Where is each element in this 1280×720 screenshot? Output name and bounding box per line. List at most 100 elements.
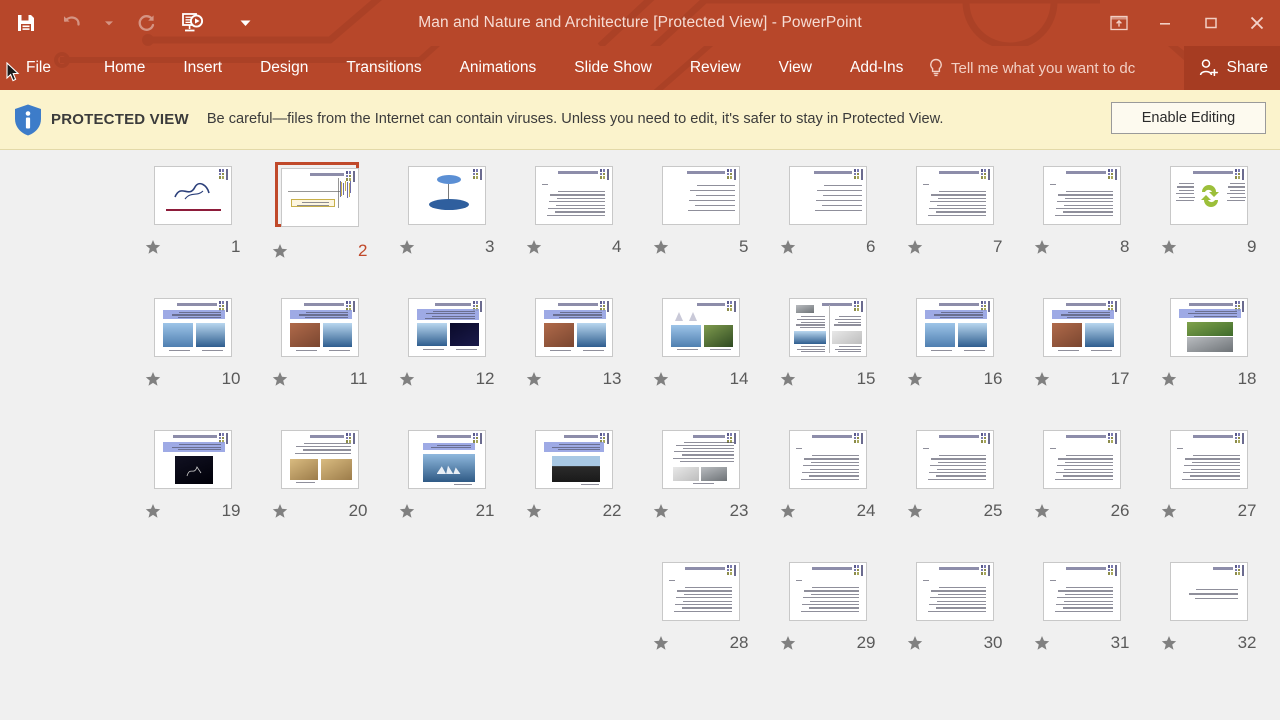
tab-transitions[interactable]: Transitions (333, 46, 434, 90)
slide-preview[interactable] (407, 429, 487, 490)
slide-preview[interactable] (915, 297, 995, 358)
slide-thumbnail-30[interactable]: 30 (891, 547, 1018, 679)
slide-thumbnail-18[interactable]: 18 (1145, 283, 1272, 415)
enable-editing-button[interactable]: Enable Editing (1111, 102, 1266, 134)
slide-thumbnail-8[interactable]: 8 (1018, 151, 1145, 283)
tab-view[interactable]: View (766, 46, 825, 90)
slide-preview[interactable] (1169, 429, 1249, 490)
close-button[interactable] (1234, 0, 1280, 46)
slide-preview[interactable] (274, 162, 362, 230)
minimize-button[interactable] (1142, 0, 1188, 46)
slide-thumbnail-12[interactable]: 12 (383, 283, 510, 415)
slide-preview[interactable] (915, 165, 995, 226)
slide-preview[interactable] (1169, 297, 1249, 358)
ribbon-display-options-button[interactable] (1096, 0, 1142, 46)
slide-thumbnail-10[interactable]: 10 (129, 283, 256, 415)
slide-preview[interactable] (661, 165, 741, 226)
slide-thumbnail-2[interactable]: 2 (256, 151, 383, 283)
slide-preview[interactable] (661, 429, 741, 490)
slide-thumbnail-15[interactable]: 15 (764, 283, 891, 415)
slide-preview[interactable] (407, 297, 487, 358)
slide-logo (1107, 565, 1117, 576)
redo-button[interactable] (126, 3, 166, 43)
slide-preview[interactable] (661, 561, 741, 622)
slide-sorter-pane[interactable]: 9 8 7 6 5 4 3 2 1 18 17 16 15 14 13 12 11 10 27 26 25 24 23 22 2… (0, 151, 1280, 720)
customize-qat-button[interactable] (234, 3, 256, 43)
slide-logo (1234, 565, 1244, 576)
star-icon (653, 240, 668, 254)
slide-preview[interactable] (153, 165, 233, 226)
slide-thumbnail-4[interactable]: 4 (510, 151, 637, 283)
slide-thumbnail-20[interactable]: 20 (256, 415, 383, 547)
slide-number: 17 (1110, 369, 1130, 388)
slide-preview[interactable] (788, 429, 868, 490)
slide-title (303, 303, 344, 306)
slide-preview[interactable] (280, 297, 360, 358)
slide-thumbnail-6[interactable]: 6 (764, 151, 891, 283)
slide-preview[interactable] (788, 297, 868, 358)
slide-thumbnail-32[interactable]: 32 (1145, 547, 1272, 679)
slide-preview[interactable] (1169, 165, 1249, 226)
slide-thumbnail-25[interactable]: 25 (891, 415, 1018, 547)
slide-preview[interactable] (534, 429, 614, 490)
slide-thumbnail-27[interactable]: 27 (1145, 415, 1272, 547)
share-button[interactable]: Share (1183, 46, 1280, 90)
slide-preview[interactable] (661, 297, 741, 358)
tab-design[interactable]: Design (247, 46, 321, 90)
tab-add-ins[interactable]: Add-Ins (837, 46, 916, 90)
slide-preview[interactable] (915, 561, 995, 622)
start-presentation-button[interactable] (172, 3, 212, 43)
slide-thumbnail-14[interactable]: 14 (637, 283, 764, 415)
slide-thumbnail-5[interactable]: 5 (637, 151, 764, 283)
slide-thumbnail-19[interactable]: 19 (129, 415, 256, 547)
slide-preview[interactable] (153, 429, 233, 490)
slide-preview[interactable] (1042, 165, 1122, 226)
slide-thumbnail-29[interactable]: 29 (764, 547, 891, 679)
slide-preview[interactable] (280, 429, 360, 490)
slide-thumbnail-13[interactable]: 13 (510, 283, 637, 415)
undo-dropdown-button[interactable] (98, 3, 120, 43)
tab-home[interactable]: Home (91, 46, 158, 90)
tab-animations[interactable]: Animations (447, 46, 550, 90)
slide-thumbnail-28[interactable]: 28 (637, 547, 764, 679)
star-icon (1034, 372, 1049, 386)
slide-preview[interactable] (1169, 561, 1249, 622)
slide-thumbnail-24[interactable]: 24 (764, 415, 891, 547)
slide-thumbnail-3[interactable]: 3 (383, 151, 510, 283)
slide-meta: 13 (524, 368, 624, 390)
slide-preview[interactable] (788, 561, 868, 622)
slide-thumbnail-26[interactable]: 26 (1018, 415, 1145, 547)
slide-thumbnail-16[interactable]: 16 (891, 283, 1018, 415)
slide-thumbnail-22[interactable]: 22 (510, 415, 637, 547)
slide-preview[interactable] (407, 165, 487, 226)
slide-preview[interactable] (1042, 429, 1122, 490)
slide-thumbnail-23[interactable]: 23 (637, 415, 764, 547)
tell-me-search[interactable]: Tell me what you want to dc (928, 46, 1135, 90)
slide-thumbnail-31[interactable]: 31 (1018, 547, 1145, 679)
slide-preview[interactable] (534, 165, 614, 226)
slide-number: 24 (856, 501, 876, 520)
slide-thumbnail-21[interactable]: 21 (383, 415, 510, 547)
slide-preview[interactable] (915, 429, 995, 490)
undo-button[interactable] (52, 3, 92, 43)
slide-preview[interactable] (534, 297, 614, 358)
slide-meta: 2 (270, 240, 370, 262)
slide-thumbnail-1[interactable]: 1 (129, 151, 256, 283)
slide-thumbnail-17[interactable]: 17 (1018, 283, 1145, 415)
star-icon (399, 240, 414, 254)
slide-preview[interactable] (153, 297, 233, 358)
tab-slide-show[interactable]: Slide Show (561, 46, 665, 90)
slide-thumbnail-7[interactable]: 7 (891, 151, 1018, 283)
tab-review[interactable]: Review (677, 46, 754, 90)
slide-canvas (280, 430, 359, 489)
slide-thumbnail-9[interactable]: 9 (1145, 151, 1272, 283)
slide-preview[interactable] (788, 165, 868, 226)
slide-preview[interactable] (1042, 561, 1122, 622)
tab-insert[interactable]: Insert (170, 46, 235, 90)
slide-preview[interactable] (1042, 297, 1122, 358)
slide-meta: 1 (143, 236, 243, 258)
maximize-button[interactable] (1188, 0, 1234, 46)
save-button[interactable] (6, 3, 46, 43)
slide-thumbnail-11[interactable]: 11 (256, 283, 383, 415)
slide-photo (449, 323, 479, 346)
